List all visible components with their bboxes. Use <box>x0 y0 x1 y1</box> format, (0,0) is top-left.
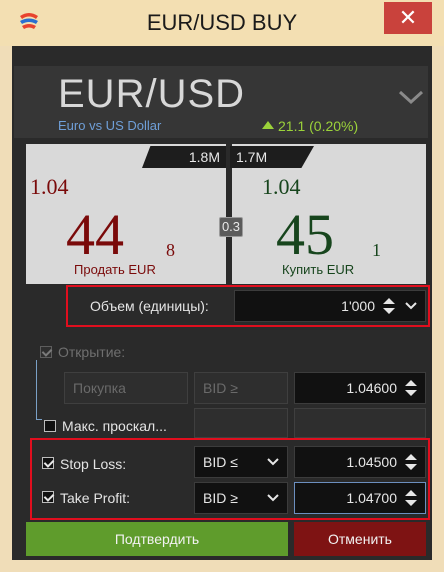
chevron-down-icon[interactable] <box>267 494 279 502</box>
volume-value: 1'000 <box>341 298 375 314</box>
up-down-spinner-icon[interactable] <box>405 490 417 506</box>
stop-loss-price-value: 1.04500 <box>346 454 397 470</box>
sell-liquidity: 1.8M <box>142 146 226 168</box>
sell-price-prefix: 1.04 <box>30 174 69 199</box>
slippage-checkbox[interactable] <box>44 420 56 432</box>
buy-price-prefix: 1.04 <box>262 174 301 199</box>
opening-side-value: Покупка <box>73 380 126 396</box>
take-profit-label: Take Profit: <box>60 490 131 506</box>
stop-loss-checkbox[interactable] <box>42 457 54 469</box>
up-down-spinner-icon[interactable] <box>383 298 395 314</box>
opening-condition-value: BID ≥ <box>203 380 238 396</box>
symbol-description: Euro vs US Dollar <box>58 118 162 133</box>
take-profit-price-input[interactable]: 1.04700 <box>294 482 426 514</box>
take-profit-checkbox[interactable] <box>42 491 54 503</box>
opening-price-input[interactable]: 1.04600 <box>294 372 426 404</box>
price-change: 21.1 (0.20%) <box>262 118 358 134</box>
confirm-button[interactable]: Подтвердить <box>26 522 288 556</box>
buy-price-pip: 1 <box>372 240 381 260</box>
window-title: EUR/USD BUY <box>146 10 298 35</box>
stop-loss-condition-value: BID ≤ <box>203 454 238 470</box>
buy-liquidity: 1.7M <box>230 146 314 168</box>
opening-price-value: 1.04600 <box>346 380 397 396</box>
arrow-up-icon <box>262 121 274 129</box>
take-profit-price-value: 1.04700 <box>346 490 397 506</box>
spread-badge: 0.3 <box>219 217 243 237</box>
sell-price-pip: 8 <box>166 240 175 260</box>
stop-loss-condition-select[interactable]: BID ≤ <box>194 446 288 478</box>
up-down-spinner-icon[interactable] <box>405 454 417 470</box>
up-down-spinner-icon[interactable] <box>405 380 417 396</box>
opening-label: Открытие: <box>58 344 126 360</box>
slippage-unit-field[interactable] <box>194 408 288 438</box>
opening-checkbox[interactable] <box>40 346 52 358</box>
title-bar[interactable]: EUR/USD BUY ✕ <box>0 0 444 46</box>
sell-price-big: 44 <box>66 202 124 267</box>
sell-label: Продать EUR <box>74 262 156 277</box>
cancel-button[interactable]: Отменить <box>294 522 426 556</box>
opening-condition-select[interactable]: BID ≥ <box>194 372 288 404</box>
slippage-label: Макс. проскал... <box>62 418 167 434</box>
chevron-down-icon[interactable] <box>398 88 424 106</box>
volume-input[interactable]: 1'000 <box>234 290 426 322</box>
price-change-value: 21.1 (0.20%) <box>278 118 359 134</box>
chevron-down-icon[interactable] <box>405 302 417 310</box>
buy-price-big: 45 <box>276 202 334 267</box>
close-button[interactable]: ✕ <box>384 2 432 34</box>
stop-loss-price-input[interactable]: 1.04500 <box>294 446 426 478</box>
take-profit-condition-value: BID ≥ <box>203 490 238 506</box>
slippage-value-field[interactable] <box>294 408 426 438</box>
take-profit-condition-select[interactable]: BID ≥ <box>194 482 288 514</box>
chevron-down-icon[interactable] <box>267 458 279 466</box>
order-window: EUR/USD BUY ✕ EUR/USD Euro vs US Dollar … <box>0 0 444 572</box>
volume-label: Объем (единицы): <box>90 298 209 314</box>
tree-connector-end <box>36 419 42 420</box>
tree-connector <box>36 360 37 420</box>
opening-side-field[interactable]: Покупка <box>64 372 188 404</box>
symbol-name: EUR/USD <box>58 72 246 116</box>
stop-loss-label: Stop Loss: <box>60 456 127 472</box>
buy-label: Купить EUR <box>282 262 355 277</box>
